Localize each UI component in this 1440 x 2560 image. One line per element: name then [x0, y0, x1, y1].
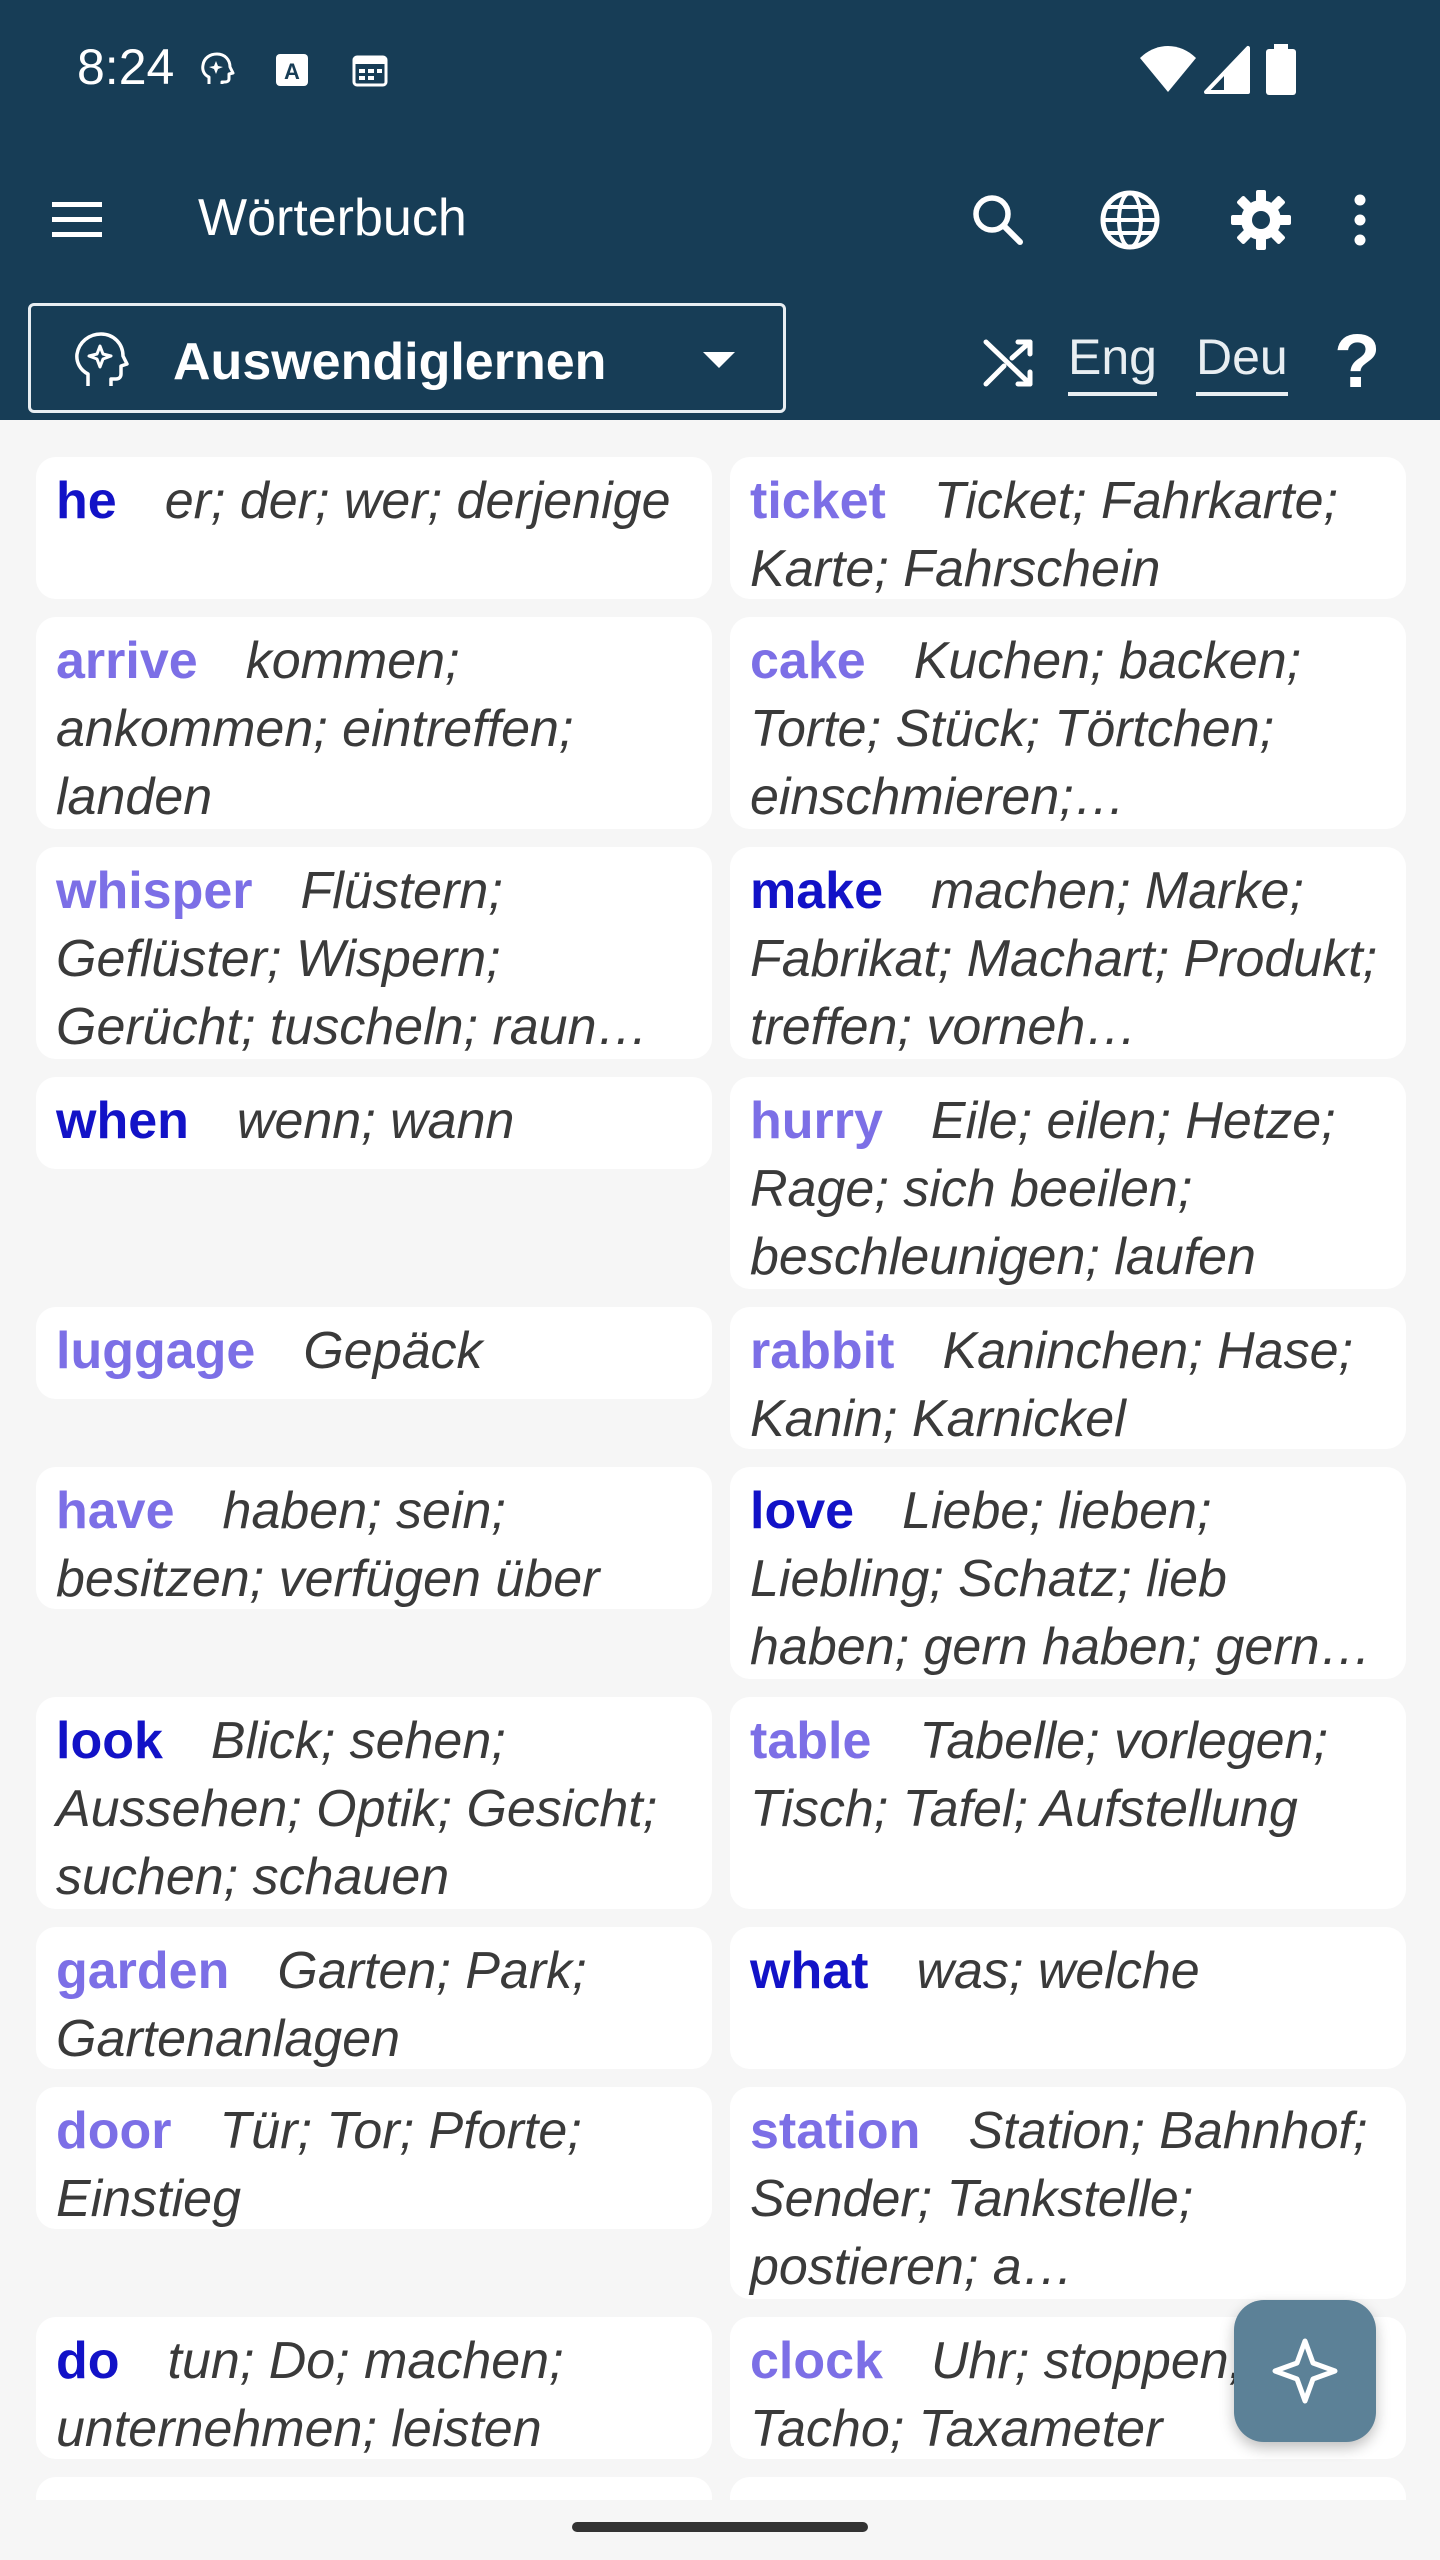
brain-notification-icon [201, 52, 235, 84]
word-term: luggage [56, 1322, 256, 1380]
text-a-notification-icon: A [276, 54, 308, 86]
word-term: station [750, 2102, 921, 2160]
battery-icon [1266, 44, 1296, 95]
mode-selected-label: Auswendiglernen [173, 333, 607, 391]
word-card[interactable]: have haben; sein; besitzen; verfügen über [36, 1467, 712, 1609]
app-header: 8:24 A Wörterbuch Auswendiglernen Eng De… [0, 0, 1440, 420]
word-translation: Gepäck [303, 1322, 483, 1380]
word-card[interactable]: door Tür; Tor; Pforte; Einstieg [36, 2087, 712, 2229]
wifi-icon [1140, 46, 1196, 92]
word-card[interactable]: garden Garten; Park; Gartenanlagen [36, 1927, 712, 2069]
word-translation: er; der; wer; derjenige [164, 472, 671, 530]
more-vert-icon[interactable] [1340, 182, 1380, 258]
word-card[interactable]: cake Kuchen; backen; Torte; Stück; Törtch… [730, 617, 1406, 829]
word-translation: wenn; wann [236, 1092, 515, 1150]
word-card-partial[interactable] [36, 2477, 712, 2500]
word-term: arrive [56, 632, 198, 690]
word-card[interactable]: hurry Eile; eilen; Hetze; Rage; sich beei… [730, 1077, 1406, 1289]
word-card[interactable]: table Tabelle; vorlegen; Tisch; Tafel; Au… [730, 1697, 1406, 1909]
app-title: Wörterbuch [198, 189, 467, 247]
word-translation: was; welche [916, 1942, 1200, 2000]
word-term: look [56, 1712, 163, 1770]
word-term: when [56, 1092, 189, 1150]
settings-gear-icon[interactable] [1223, 182, 1299, 258]
menu-icon[interactable] [42, 185, 112, 255]
word-card[interactable]: make machen; Marke; Fabrikat; Machart; Pr… [730, 847, 1406, 1059]
word-term: whisper [56, 862, 253, 920]
word-card-list: he er; der; wer; derjenige ticket Ticket; F… [0, 420, 1440, 2500]
word-card-partial[interactable] [730, 2477, 1406, 2500]
word-card[interactable]: arrive kommen; ankommen; eintreffen; land… [36, 617, 712, 829]
word-term: hurry [750, 1092, 883, 1150]
word-term: door [56, 2102, 172, 2160]
source-language-tab[interactable]: Eng [1068, 328, 1157, 396]
help-button[interactable]: ? [1334, 318, 1380, 405]
brain-sparkle-icon [75, 332, 129, 386]
sparkle-fab-button[interactable] [1234, 2300, 1376, 2442]
word-term: cake [750, 632, 866, 690]
word-card[interactable]: what was; welche [730, 1927, 1406, 2069]
word-term: love [750, 1482, 855, 1540]
svg-text:A: A [284, 59, 300, 84]
cellular-signal-icon [1204, 46, 1250, 94]
word-card[interactable]: he er; der; wer; derjenige [36, 457, 712, 599]
word-translation: tun; Do; machen; unternehmen; leisten [56, 2332, 564, 2458]
word-term: table [750, 1712, 872, 1770]
globe-icon[interactable] [1092, 182, 1168, 258]
mode-bar: Auswendiglernen Eng Deu ? [0, 300, 1440, 420]
word-term: make [750, 862, 883, 920]
word-card[interactable]: love Liebe; lieben; Liebling; Schatz; lie… [730, 1467, 1406, 1679]
target-language-tab[interactable]: Deu [1196, 328, 1288, 396]
search-icon[interactable] [960, 182, 1036, 258]
word-card[interactable]: do tun; Do; machen; unternehmen; leisten [36, 2317, 712, 2459]
word-term: rabbit [750, 1322, 895, 1380]
system-navigation-bar [0, 2500, 1440, 2560]
shuffle-icon[interactable] [978, 330, 1040, 392]
word-term: garden [56, 1942, 230, 2000]
word-card[interactable]: station Station; Bahnhof; Sender; Tankste… [730, 2087, 1406, 2299]
gesture-handle[interactable] [572, 2522, 868, 2532]
word-term: do [56, 2332, 120, 2390]
word-term: he [56, 472, 117, 530]
chevron-down-icon [703, 352, 735, 368]
word-card[interactable]: rabbit Kaninchen; Hase; Kanin; Karnickel [730, 1307, 1406, 1449]
word-term: clock [750, 2332, 883, 2390]
word-card[interactable]: whisper Flüstern; Geflüster; Wispern; Ger… [36, 847, 712, 1059]
word-card[interactable]: when wenn; wann [36, 1077, 712, 1169]
word-card[interactable]: look Blick; sehen; Aussehen; Optik; Gesic… [36, 1697, 712, 1909]
status-time: 8:24 [77, 39, 175, 95]
status-bar: 8:24 A [0, 0, 1440, 145]
mode-dropdown[interactable]: Auswendiglernen [28, 303, 786, 413]
word-term: have [56, 1482, 175, 1540]
word-card[interactable]: ticket Ticket; Fahrkarte; Karte; Fahrsche… [730, 457, 1406, 599]
app-bar: Wörterbuch [0, 160, 1440, 285]
calendar-notification-icon [352, 55, 388, 87]
word-term: what [750, 1942, 869, 2000]
sparkle-icon [1272, 2338, 1338, 2404]
word-card[interactable]: luggage Gepäck [36, 1307, 712, 1399]
word-term: ticket [750, 472, 886, 530]
